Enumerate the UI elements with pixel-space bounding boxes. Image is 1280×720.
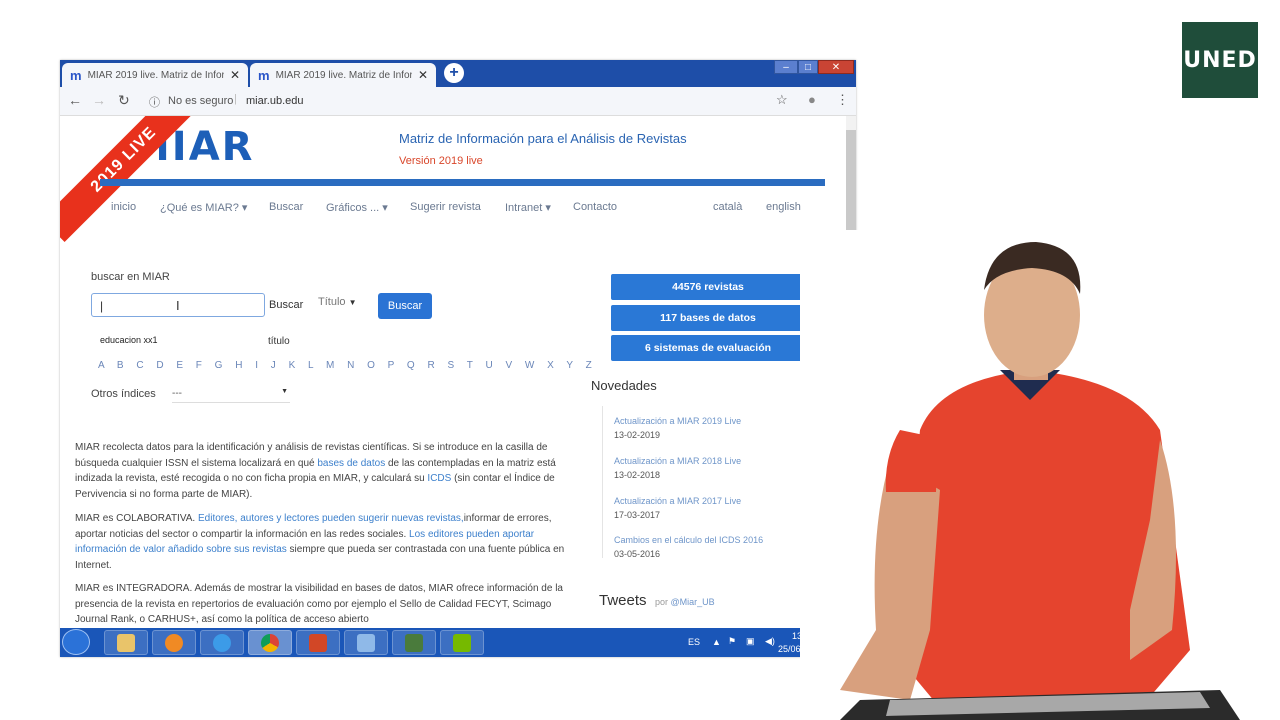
news-date: 17-03-2017 [614,510,661,520]
web-page: MIAR 2019 LIVE Matriz de Información par… [60,116,856,628]
nvidia-icon[interactable] [440,630,484,655]
novedades-heading: Novedades [591,378,657,393]
taskbar: ES ▲ ⚑ ▣ ◀) 13:03 25/06/2019 [60,628,856,657]
search-button[interactable]: Buscar [378,293,432,319]
close-tab-icon[interactable]: ✕ [418,68,428,82]
window-controls: – □ ✕ [774,60,854,74]
powerpoint-icon[interactable] [296,630,340,655]
news-date: 13-02-2019 [614,430,661,440]
browser-tab-2[interactable]: m MIAR 2019 live. Matriz de Inform ✕ [250,63,436,87]
news-link[interactable]: Actualización a MIAR 2018 Live [614,456,741,466]
forward-icon[interactable]: → [92,92,106,108]
alphabet-index[interactable]: A B C D E F G H I J K L M N O P Q R S T … [98,360,597,371]
menu-icon[interactable]: ⋮ [836,92,849,108]
volume-icon[interactable]: ◀) [765,636,775,647]
remote-desktop-icon[interactable] [392,630,436,655]
network-icon[interactable] [344,630,388,655]
uned-logo: UNED [1182,22,1258,98]
tweets-byline: por @Miar_UB [655,597,715,607]
presenter-image [800,230,1280,720]
search-label: buscar en MIAR [91,271,170,283]
nav-buscar[interactable]: Buscar [269,201,303,213]
profile-icon[interactable]: ● [808,92,816,107]
bases-de-datos-link[interactable]: bases de datos [317,458,385,469]
stat-sistemas-button[interactable]: 6 sistemas de evaluación [611,335,805,361]
start-button[interactable] [62,629,90,655]
tab-title: MIAR 2019 live. Matriz de Inform [275,69,412,81]
text-cursor-icon: I [176,298,180,313]
tray-expand-icon[interactable]: ▲ [712,637,721,647]
search-input[interactable]: | I [91,293,265,317]
suggestion-type: título [268,336,290,347]
back-icon[interactable]: ← [68,92,82,108]
search-input-value: | [100,299,104,313]
internet-explorer-icon[interactable] [200,630,244,655]
news-date: 13-02-2018 [614,470,661,480]
nav-intranet[interactable]: Intranet ▾ [505,201,551,214]
action-center-icon[interactable]: ⚑ [728,636,736,647]
search-field-select[interactable]: Título ▼ [318,296,357,308]
uned-logo-text: UNED [1183,47,1257,73]
stat-revistas-button[interactable]: 44576 revistas [611,274,805,300]
stat-bases-de-datos-button[interactable]: 117 bases de datos [611,305,805,331]
search-field-label: Buscar [269,299,304,311]
intro-paragraph: MIAR recolecta datos para la identificac… [75,440,570,502]
tweets-handle-link[interactable]: @Miar_UB [671,597,715,607]
close-tab-icon[interactable]: ✕ [230,68,240,82]
miar-favicon-icon: m [70,67,82,83]
chrome-icon[interactable] [248,630,292,655]
tab-title: MIAR 2019 live. Matriz de Inform [87,69,224,81]
header-bar [100,179,825,186]
autocomplete-suggestion[interactable]: educacion xx1 [100,335,158,345]
url-input[interactable]: miar.ub.edu [246,95,303,107]
otros-indices-value: --- [172,388,182,399]
address-divider: | [234,93,237,105]
tweets-heading: Tweets [599,592,647,609]
network-tray-icon[interactable]: ▣ [746,636,755,647]
nav-inicio[interactable]: inicio [111,201,136,213]
integradora-paragraph: MIAR es INTEGRADORA. Además de mostrar l… [75,583,563,625]
header-title: Matriz de Información para el Análisis d… [399,131,687,146]
address-bar: ← → ↻ ⓘ No es seguro | miar.ub.edu ☆ ● ⋮ [60,87,856,116]
icds-link[interactable]: ICDS [427,473,451,484]
lang-catala[interactable]: català [713,201,742,213]
nav-graficos[interactable]: Gráficos ... ▾ [326,201,388,214]
search-field-value: Título [318,296,346,308]
colaborativa-paragraph: MIAR es COLABORATIVA. Editores, autores … [75,511,570,573]
tweets-by-text: por [655,597,669,607]
news-link[interactable]: Actualización a MIAR 2019 Live [614,416,741,426]
news-timeline [602,406,603,558]
caret-down-icon: ▼ [348,298,357,307]
browser-window: m MIAR 2019 live. Matriz de Inform ✕ m M… [60,60,856,657]
lang-english[interactable]: english [766,201,801,213]
otros-indices-select[interactable]: --- ▼ [172,388,290,403]
nav-que-es-miar[interactable]: ¿Qué es MIAR? ▾ [160,201,247,214]
maximize-icon[interactable]: □ [798,60,818,74]
browser-tab-1[interactable]: m MIAR 2019 live. Matriz de Inform ✕ [62,63,248,87]
sugerir-revistas-link[interactable]: Editores, autores y lectores pueden suge… [198,513,464,524]
new-tab-button[interactable]: + [444,63,464,83]
info-icon[interactable]: ⓘ [149,94,160,110]
reload-icon[interactable]: ↻ [118,92,130,109]
minimize-icon[interactable]: – [774,60,798,74]
caret-down-icon: ▼ [281,388,288,395]
otros-indices-label: Otros índices [91,388,156,400]
star-icon[interactable]: ☆ [776,92,788,108]
language-indicator[interactable]: ES [688,637,700,647]
nav-contacto[interactable]: Contacto [573,201,617,213]
nav-sugerir-revista[interactable]: Sugerir revista [410,201,481,213]
media-player-icon[interactable] [152,630,196,655]
news-link[interactable]: Actualización a MIAR 2017 Live [614,496,741,506]
close-icon[interactable]: ✕ [818,60,854,74]
news-date: 03-05-2016 [614,549,661,559]
header-version: Versión 2019 live [399,155,483,167]
news-link[interactable]: Cambios en el cálculo del ICDS 2016 [614,535,763,545]
plus-icon: + [449,64,459,81]
explorer-icon[interactable] [104,630,148,655]
miar-favicon-icon: m [258,67,270,83]
paragraph-text: MIAR es COLABORATIVA. [75,513,198,524]
tab-bar: m MIAR 2019 live. Matriz de Inform ✕ m M… [60,60,856,87]
security-text: No es seguro [168,95,234,107]
